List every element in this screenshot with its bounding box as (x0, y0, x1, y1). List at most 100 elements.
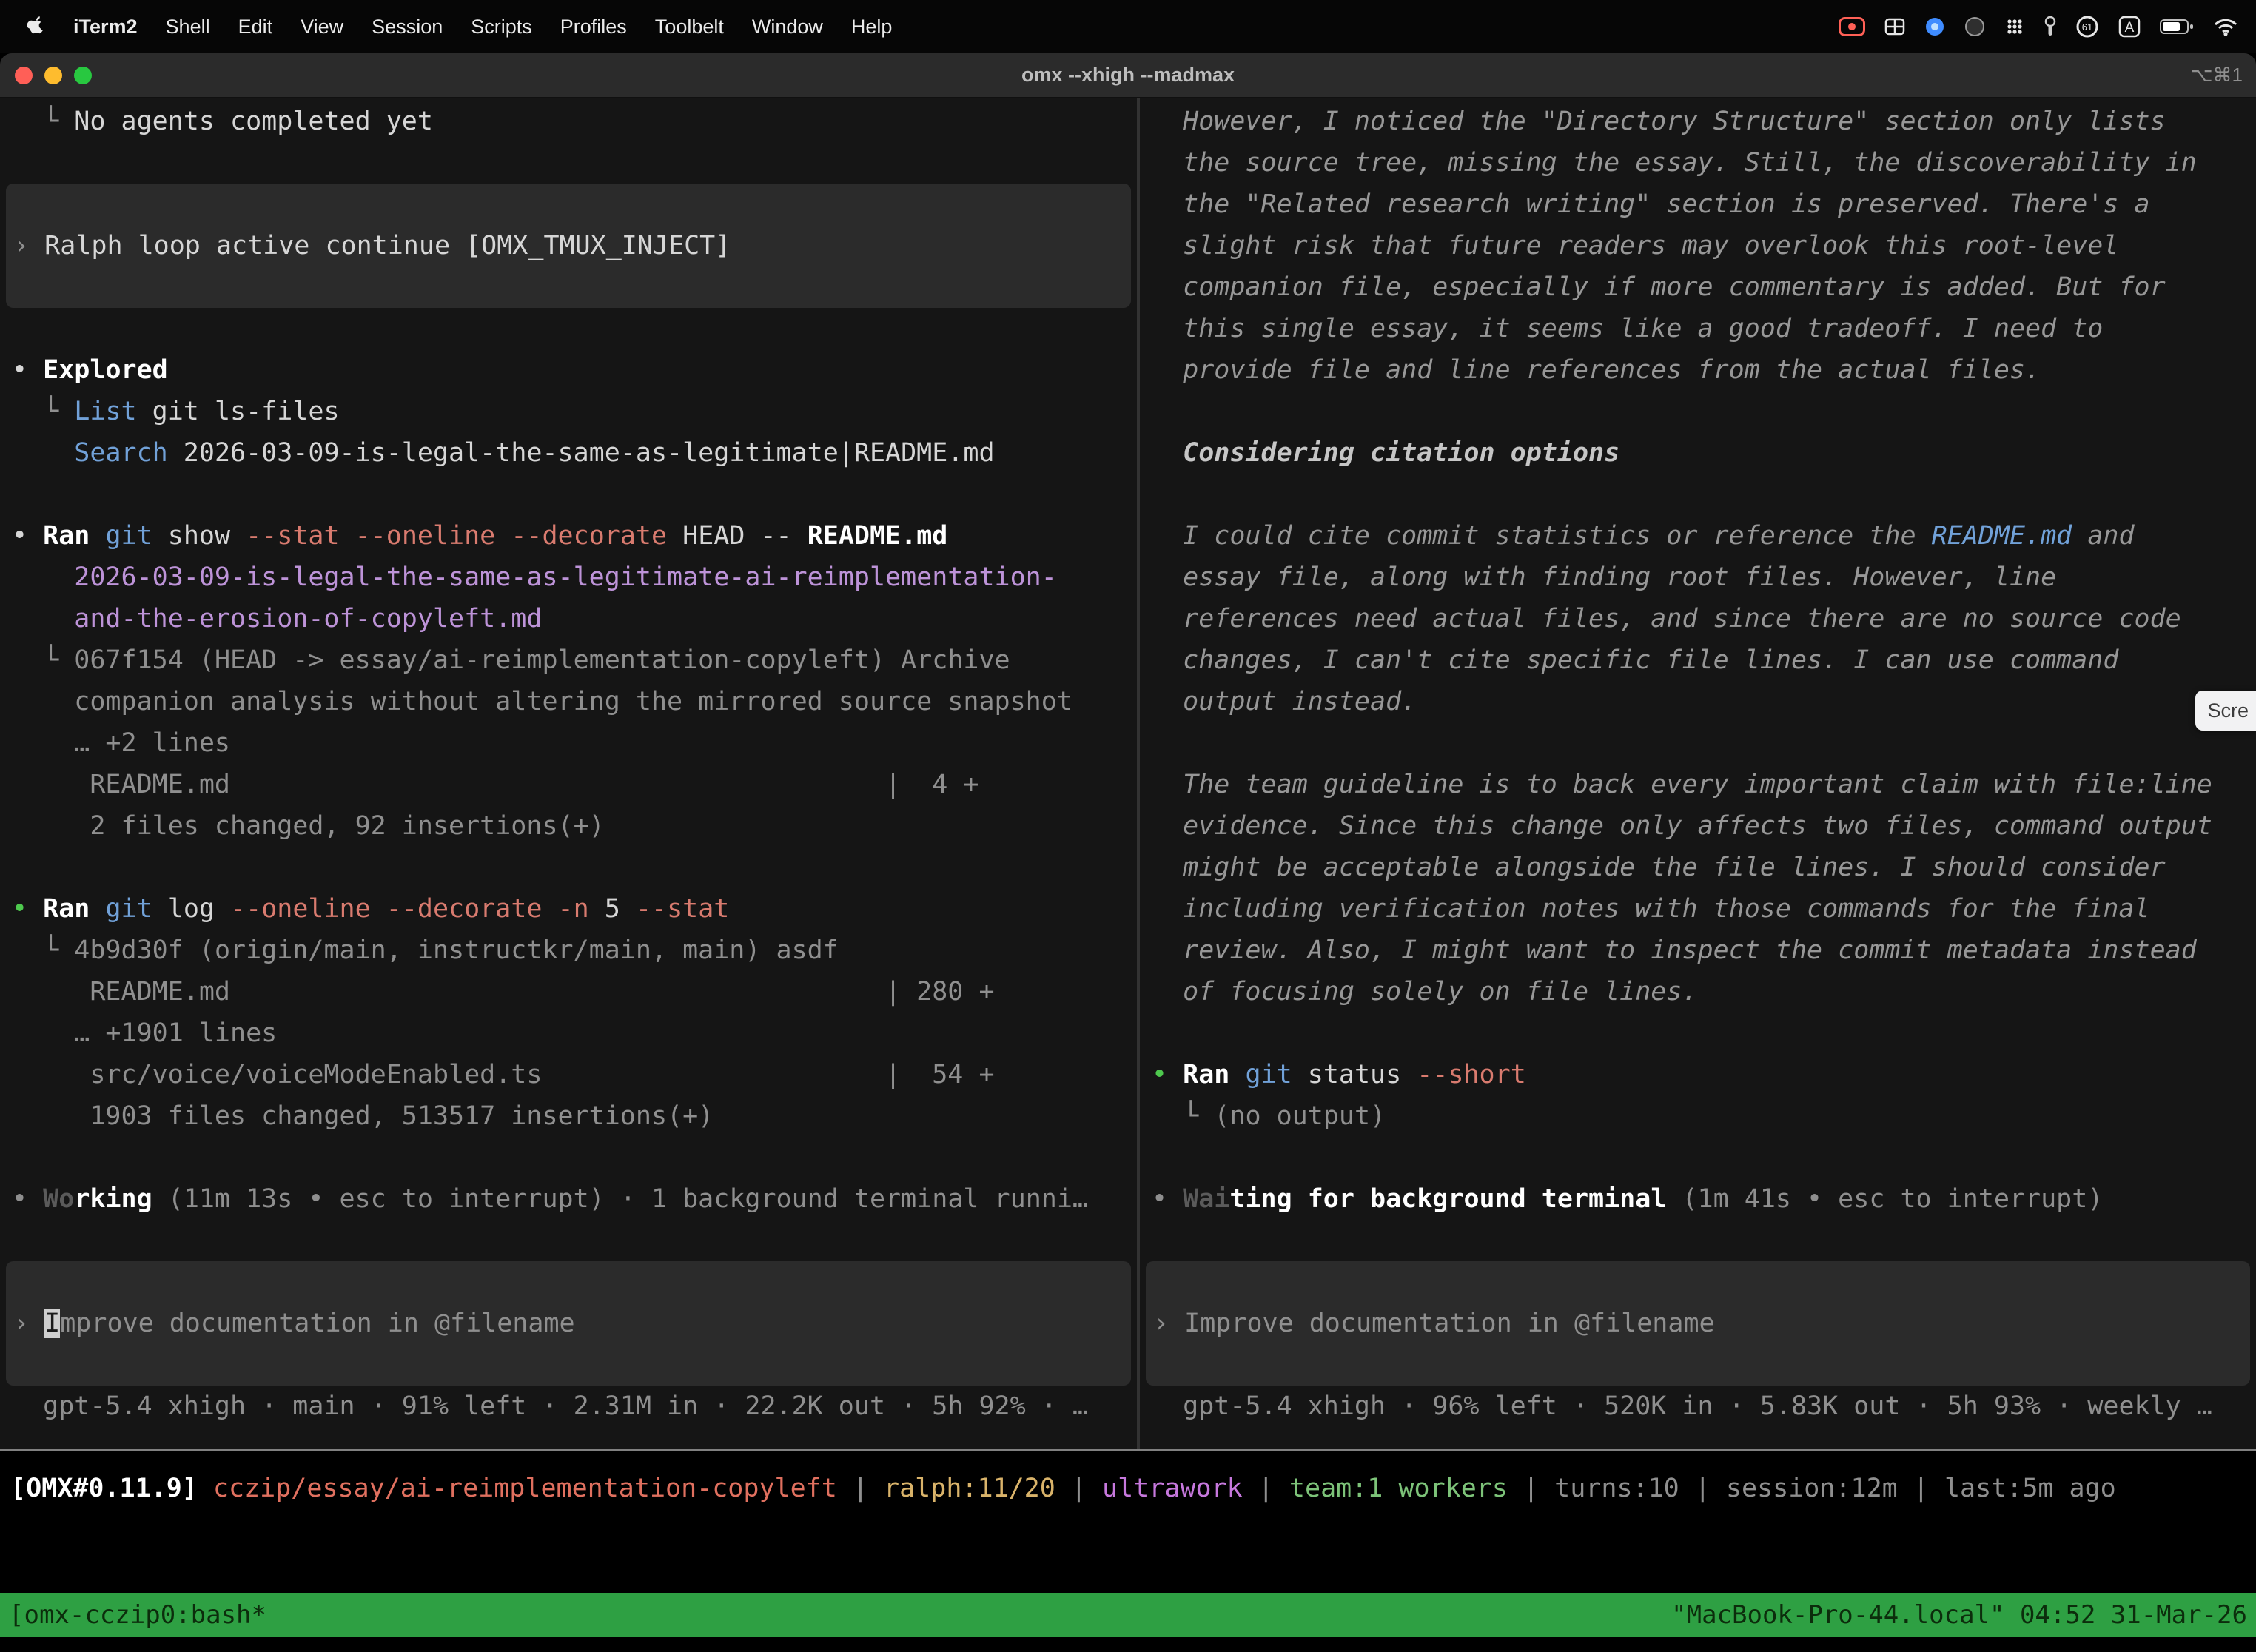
terminal-line: essay file, along with finding root file… (1140, 557, 2256, 598)
terminal-blank-line (0, 142, 1137, 184)
close-button[interactable] (15, 67, 33, 84)
text-segment: mprove documentation in @filename (60, 1309, 574, 1338)
battery-percent-ring-icon[interactable]: 61 (2075, 15, 2099, 38)
keyhole-icon[interactable] (2044, 16, 2056, 38)
terminal-line: provide file and line references from th… (1140, 349, 2256, 391)
dark-circle-icon[interactable] (1964, 16, 1985, 37)
input-source-letter: A (2125, 20, 2135, 36)
text-segment: … +1901 lines (12, 1018, 277, 1048)
menu-item-view[interactable]: View (286, 16, 357, 38)
screen-recording-indicator-icon[interactable] (1839, 17, 1865, 36)
model-status-line: gpt-5.4 xhigh · main · 91% left · 2.31M … (0, 1386, 1137, 1427)
working-status: • Working (11m 13s • esc to interrupt) ·… (0, 1178, 1137, 1220)
terminal-line: references need actual files, and since … (1140, 598, 2256, 639)
text-segment: Search (74, 438, 167, 468)
text-segment: including verification notes with those … (1152, 894, 2150, 924)
text-segment: • (1152, 1184, 1183, 1214)
terminal-blank-line (0, 1220, 1137, 1261)
text-segment: Ran (43, 894, 105, 924)
text-segment: the "Related research writing" section i… (1152, 189, 2150, 219)
terminal-line: changes, I can't cite specific file line… (1140, 639, 2256, 681)
input-text: › Improve documentation in @filename (1146, 1303, 2250, 1344)
text-segment: Wai (1183, 1184, 1229, 1214)
text-segment: (11m 13s • esc to interrupt) · 1 backgro… (152, 1184, 1088, 1214)
text-segment (12, 438, 74, 468)
terminal-line: 2 files changed, 92 insertions(+) (0, 805, 1137, 847)
terminal-line: • Ran git log --oneline --decorate -n 5 … (0, 888, 1137, 930)
terminal-line: • Ran git show --stat --oneline --decora… (0, 515, 1137, 557)
terminal-line: companion analysis without altering the … (0, 681, 1137, 722)
window-grid-icon[interactable] (1884, 16, 1905, 37)
text-segment: README.md (808, 521, 948, 551)
text-segment: review. Also, I might want to inspect th… (1152, 936, 2197, 965)
terminal-line: • Explored (0, 349, 1137, 391)
text-segment: (no output) (1214, 1101, 1386, 1131)
text-segment: cczip/essay/ai-reimplementation-copyleft (213, 1474, 837, 1503)
text-segment: › (1153, 1309, 1184, 1338)
text-segment: Ran (43, 521, 105, 551)
menu-item-toolbelt[interactable]: Toolbelt (641, 16, 738, 38)
text-segment: git (1245, 1060, 1307, 1089)
terminal-blank-line (0, 1137, 1137, 1178)
text-segment: of focusing solely on file lines. (1152, 977, 1698, 1007)
text-segment: No agents completed yet (74, 107, 433, 136)
text-segment: essay file, along with finding root file… (1152, 563, 2056, 592)
terminal-line: └ 4b9d30f (origin/main, instructkr/main,… (0, 930, 1137, 971)
text-segment: gpt-5.4 xhigh · main · 91% left · 2.31M … (12, 1391, 1088, 1421)
terminal-pane-right[interactable]: However, I noticed the "Directory Struct… (1140, 98, 2256, 1449)
menu-item-profiles[interactable]: Profiles (546, 16, 641, 38)
text-segment: └ (12, 645, 74, 675)
terminal-line: README.md | 280 + (0, 971, 1137, 1013)
text-segment: └ (1152, 1101, 1214, 1131)
terminal-line: might be acceptable alongside the file l… (1140, 847, 2256, 888)
menu-item-window[interactable]: Window (738, 16, 837, 38)
menu-item-session[interactable]: Session (357, 16, 457, 38)
menu-item-edit[interactable]: Edit (224, 16, 287, 38)
terminal-line: slight risk that future readers may over… (1140, 225, 2256, 266)
text-segment: the source tree, missing the essay. Stil… (1152, 148, 2197, 178)
prompt-input[interactable]: › Improve documentation in @filename (1146, 1261, 2250, 1386)
text-segment: 2026-03-09-is-legal-the-same-as-legitima… (12, 563, 1057, 592)
text-segment: Ralph loop active continue [OMX_TMUX_INJ… (44, 231, 731, 261)
text-segment: last:5m ago (1944, 1474, 2116, 1503)
text-segment: Wo (43, 1184, 74, 1214)
text-segment: --stat (636, 894, 729, 924)
text-segment: › (13, 231, 44, 261)
zoom-button[interactable] (74, 67, 92, 84)
text-segment: └ (12, 107, 74, 136)
text-segment: companion analysis without altering the … (12, 687, 1072, 716)
menu-item-help[interactable]: Help (837, 16, 907, 38)
text-segment: slight risk that future readers may over… (1152, 231, 2118, 261)
text-segment: | (1679, 1474, 1726, 1503)
terminal-line: Search 2026-03-09-is-legal-the-same-as-l… (0, 432, 1137, 474)
text-segment: • (12, 1184, 43, 1214)
terminal-line: the source tree, missing the essay. Stil… (1140, 142, 2256, 184)
window-title: omx --xhigh --madmax (0, 64, 2256, 87)
menu-item-scripts[interactable]: Scripts (457, 16, 546, 38)
terminal-line: └ List git ls-files (0, 391, 1137, 432)
wifi-icon[interactable] (2213, 16, 2238, 37)
terminal-blank-line (0, 474, 1137, 515)
terminal-line: … +1901 lines (0, 1013, 1137, 1054)
menu-item-iterm2[interactable]: iTerm2 (59, 16, 152, 38)
terminal-line: └ (no output) (1140, 1095, 2256, 1137)
text-segment: › (13, 1309, 44, 1338)
terminal-pane-left[interactable]: └ No agents completed yet › Ralph loop ac… (0, 98, 1137, 1449)
apple-icon (27, 14, 45, 35)
apple-menu[interactable] (13, 14, 59, 40)
dots-grid-icon[interactable] (2004, 16, 2025, 37)
tmux-session-window: [omx-cczip0:bash* (9, 1600, 266, 1630)
text-segment: 067f154 (HEAD -> essay/ai-reimplementati… (74, 645, 1010, 675)
text-segment: • (12, 521, 43, 551)
text-segment: references need actual files, and since … (1152, 604, 2181, 634)
menu-item-shell[interactable]: Shell (152, 16, 224, 38)
input-source-icon[interactable]: A (2118, 16, 2141, 38)
text-segment: However, I noticed the "Directory Struct… (1152, 107, 2166, 136)
battery-icon[interactable] (2160, 18, 2194, 36)
minimize-button[interactable] (44, 67, 62, 84)
blue-app-icon[interactable] (1924, 16, 1945, 37)
screen-edge-tooltip[interactable]: Scre (2195, 691, 2256, 731)
prompt-input[interactable]: › Improve documentation in @filename (6, 1261, 1131, 1386)
text-segment: 2 files changed, 92 insertions(+) (12, 811, 605, 841)
terminal-line: the "Related research writing" section i… (1140, 184, 2256, 225)
